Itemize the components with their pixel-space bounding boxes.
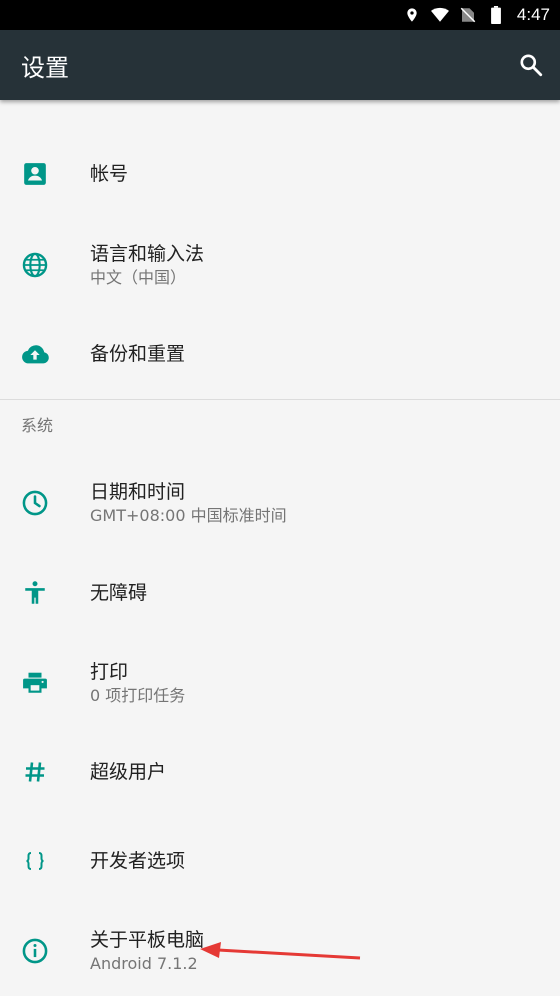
settings-item-label: 日期和时间 [90, 480, 186, 503]
settings-item-about-tablet[interactable]: 关于平板电脑 Android 7.1.2 [0, 906, 560, 996]
settings-item-language[interactable]: 语言和输入法 中文（中国） [0, 220, 560, 310]
settings-item-summary: 0 项打印任务 [90, 685, 186, 705]
settings-list: 帐号 语言和输入法 中文（中国） 备份和重置 系统 日期和时间 GMT+08:0… [0, 100, 560, 996]
clock-icon [20, 488, 50, 518]
settings-item-label: 打印 [90, 660, 129, 683]
settings-item-label: 无障碍 [90, 582, 148, 604]
search-icon [520, 54, 543, 77]
settings-item-label: 备份和重置 [90, 343, 186, 365]
globe-icon [20, 250, 50, 280]
settings-item-label: 语言和输入法 [90, 242, 205, 265]
status-time: 4:47 [516, 5, 550, 24]
no-sim-icon [459, 6, 477, 24]
settings-item-printing[interactable]: 打印 0 项打印任务 [0, 638, 560, 728]
app-toolbar: 设置 [0, 30, 560, 100]
accessibility-icon [20, 578, 50, 608]
settings-item-backup[interactable]: 备份和重置 [0, 310, 560, 398]
settings-item-label: 关于平板电脑 [90, 928, 205, 951]
settings-item-superuser[interactable]: 超级用户 [0, 728, 560, 816]
wifi-icon [430, 6, 449, 24]
settings-item-accessibility[interactable]: 无障碍 [0, 548, 560, 638]
settings-item-summary: Android 7.1.2 [90, 953, 198, 973]
location-icon [403, 6, 421, 24]
settings-item-summary: 中文（中国） [90, 267, 187, 287]
info-icon [20, 936, 50, 966]
settings-item-label: 帐号 [90, 163, 129, 185]
section-header-system: 系统 [21, 416, 54, 435]
battery-icon [487, 6, 505, 24]
settings-item-label: 超级用户 [90, 761, 167, 783]
cloud-upload-icon [20, 339, 50, 369]
search-button[interactable] [516, 50, 546, 80]
settings-item-developer-options[interactable]: 开发者选项 [0, 816, 560, 906]
hash-icon [20, 757, 50, 787]
account-box-icon [20, 159, 50, 189]
page-title: 设置 [21, 54, 69, 82]
braces-icon [20, 846, 50, 876]
status-bar: 4:47 [0, 0, 560, 30]
section-divider [0, 399, 560, 400]
settings-item-accounts[interactable]: 帐号 [0, 130, 560, 218]
settings-item-label: 开发者选项 [90, 850, 186, 872]
settings-item-summary: GMT+08:00 中国标准时间 [90, 505, 287, 525]
printer-icon [20, 668, 50, 698]
settings-item-date-time[interactable]: 日期和时间 GMT+08:00 中国标准时间 [0, 458, 560, 548]
